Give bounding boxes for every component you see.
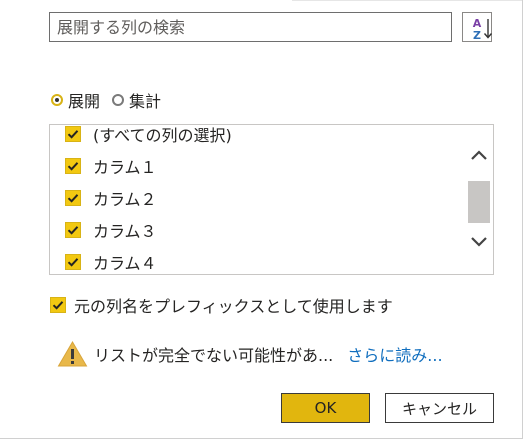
load-more-link[interactable]: さらに読み... <box>347 342 442 366</box>
scrollbar-thumb[interactable] <box>468 181 490 223</box>
column-2-checkbox[interactable] <box>65 190 81 206</box>
column-1-checkbox[interactable] <box>65 158 81 174</box>
radio-expand[interactable]: 展開 <box>51 88 100 112</box>
column-list-items: (すべての列の選択) カラム１ カラム２ カラム３ カラム４ <box>50 125 460 274</box>
sort-az-icon: A Z <box>473 17 493 42</box>
use-prefix-label: 元の列名をプレフィックスとして使用します <box>74 297 393 316</box>
list-item-label: カラム３ <box>93 222 157 241</box>
incomplete-list-warning: リストが完全でない可能性があ... さらに読み... <box>57 340 443 368</box>
column-3-checkbox[interactable] <box>65 222 81 238</box>
check-icon <box>67 226 79 235</box>
column-list: (すべての列の選択) カラム１ カラム２ カラム３ カラム４ <box>49 124 494 275</box>
sort-button[interactable]: A Z <box>462 12 493 42</box>
radio-aggregate-indicator <box>112 94 125 106</box>
list-item-label: カラム４ <box>93 254 157 273</box>
dialog-top-edge <box>0 0 522 2</box>
cancel-button[interactable]: キャンセル <box>385 393 494 423</box>
list-item-column-3[interactable]: カラム３ <box>50 214 460 246</box>
list-item-column-2[interactable]: カラム２ <box>50 182 460 214</box>
column-4-checkbox[interactable] <box>65 254 81 270</box>
radio-aggregate-label: 集計 <box>129 92 162 111</box>
warning-text: リストが完全でない可能性があ... <box>94 346 334 365</box>
sort-z-glyph: Z <box>473 29 481 42</box>
mode-radio-group: 展開 集計 <box>51 89 173 111</box>
check-icon <box>67 130 79 139</box>
select-all-checkbox[interactable] <box>65 126 81 142</box>
chevron-up-icon[interactable] <box>469 147 489 163</box>
radio-expand-label: 展開 <box>68 92 101 111</box>
list-item-label: (すべての列の選択) <box>93 126 232 145</box>
list-item-column-1[interactable]: カラム１ <box>50 150 460 182</box>
list-item-label: カラム１ <box>93 158 157 177</box>
list-item-column-4[interactable]: カラム４ <box>50 246 460 274</box>
check-icon <box>67 258 79 267</box>
list-item-label: カラム２ <box>93 190 157 209</box>
ok-button[interactable]: OK <box>281 393 370 423</box>
column-search-input[interactable] <box>49 12 452 42</box>
use-prefix-checkbox[interactable] <box>50 297 66 313</box>
warning-icon <box>57 341 88 367</box>
check-icon <box>67 162 79 171</box>
use-prefix-option[interactable]: 元の列名をプレフィックスとして使用します <box>50 293 393 317</box>
check-icon <box>52 301 64 310</box>
chevron-down-icon[interactable] <box>469 234 489 250</box>
radio-expand-indicator <box>51 94 63 106</box>
list-item-select-all[interactable]: (すべての列の選択) <box>50 125 460 150</box>
radio-aggregate[interactable]: 集計 <box>112 88 161 112</box>
check-icon <box>67 194 79 203</box>
expand-column-dialog: A Z 展開 集計 (すべての列の選択) <box>0 0 523 439</box>
